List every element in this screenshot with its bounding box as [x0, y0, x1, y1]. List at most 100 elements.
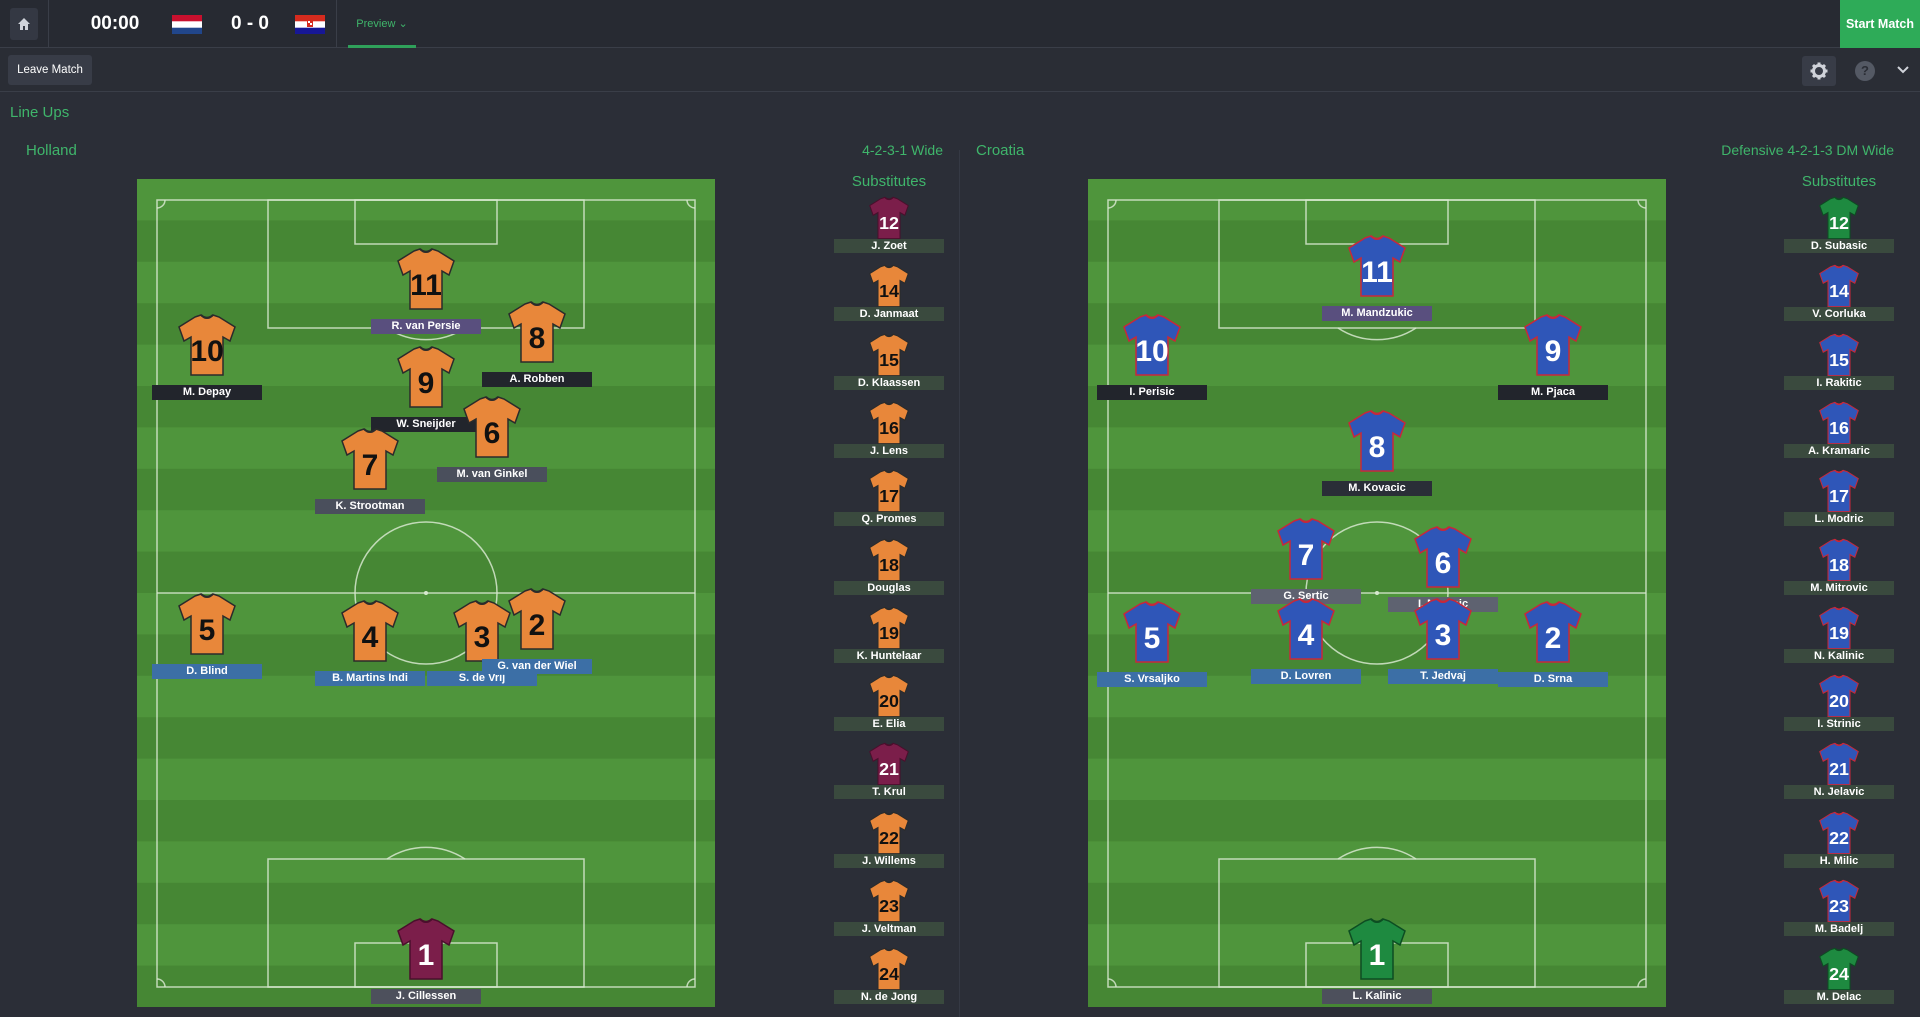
sub-name: I. Rakitic: [1784, 375, 1894, 390]
sub-away-22[interactable]: 22 H. Milic: [1784, 811, 1894, 879]
chevron-down-icon[interactable]: [1895, 61, 1911, 77]
player-home-10[interactable]: 10 M. Depay: [152, 305, 262, 405]
sub-home-20[interactable]: 20 E. Elia: [834, 674, 944, 742]
croatia-flag-icon: [295, 15, 325, 34]
player-away-1[interactable]: 1 L. Kalinic: [1322, 909, 1432, 1007]
player-name: J. Cillessen: [371, 989, 481, 1004]
leave-match-button[interactable]: Leave Match: [8, 55, 92, 85]
sub-away-12[interactable]: 12 D. Subasic: [1784, 196, 1894, 264]
sub-name: Douglas: [834, 580, 944, 595]
shirt-number: 21: [1829, 759, 1849, 779]
shirt-number: 9: [418, 367, 435, 400]
shirt-number: 18: [879, 555, 899, 575]
sub-name: D. Subasic: [1784, 239, 1894, 253]
shirt-number: 7: [362, 449, 379, 482]
player-name: M. van Ginkel: [437, 467, 547, 482]
shirt-number: 1: [418, 939, 435, 972]
help-icon[interactable]: ?: [1855, 61, 1875, 81]
player-name: B. Martins Indi: [315, 671, 425, 686]
player-name: M. Pjaca: [1498, 385, 1608, 400]
player-away-2[interactable]: 2 D. Srna: [1498, 592, 1608, 692]
sub-away-18[interactable]: 18 M. Mitrovic: [1784, 538, 1894, 606]
sub-home-19[interactable]: 19 K. Huntelaar: [834, 606, 944, 674]
player-name: L. Kalinic: [1322, 989, 1432, 1004]
shirt-number: 14: [879, 281, 899, 301]
shirt-number: 5: [199, 614, 216, 647]
sub-home-15[interactable]: 15 D. Klaassen: [834, 333, 944, 401]
shirt-number: 4: [362, 621, 379, 654]
shirt-number: 10: [190, 335, 223, 368]
player-home-7[interactable]: 7 K. Strootman: [315, 419, 425, 519]
player-name: I. Perisic: [1097, 385, 1207, 400]
player-name: T. Jedvaj: [1388, 669, 1498, 684]
sub-name: N. Kalinic: [1784, 648, 1894, 663]
player-away-8[interactable]: 8 M. Kovacic: [1322, 401, 1432, 501]
shirt-number: 11: [410, 269, 442, 302]
sub-name: M. Delac: [1784, 990, 1894, 1005]
home-formation[interactable]: 4-2-3-1 Wide: [760, 142, 943, 158]
sub-home-22[interactable]: 22 J. Willems: [834, 811, 944, 879]
tab-preview-label: Preview: [356, 18, 396, 30]
player-home-6[interactable]: 6 M. van Ginkel: [437, 387, 547, 487]
player-name: R. van Persie: [371, 319, 481, 334]
sub-away-17[interactable]: 17 L. Modric: [1784, 469, 1894, 537]
player-name: D. Blind: [152, 664, 262, 679]
shirt-number: 16: [1829, 418, 1849, 438]
start-match-button[interactable]: Start Match: [1840, 0, 1920, 48]
sub-away-23[interactable]: 23 M. Badelj: [1784, 879, 1894, 947]
shirt-number: 12: [879, 213, 899, 233]
sub-home-16[interactable]: 16 J. Lens: [834, 401, 944, 469]
sub-home-17[interactable]: 17 Q. Promes: [834, 469, 944, 537]
sub-away-24[interactable]: 24 M. Delac: [1784, 947, 1894, 1015]
shirt-number: 3: [1435, 619, 1452, 652]
player-home-5[interactable]: 5 D. Blind: [152, 584, 262, 684]
player-away-3[interactable]: 3 T. Jedvaj: [1388, 589, 1498, 689]
sub-home-23[interactable]: 23 J. Veltman: [834, 879, 944, 947]
shirt-number: 15: [1829, 350, 1849, 370]
sub-away-21[interactable]: 21 N. Jelavic: [1784, 742, 1894, 810]
player-away-5[interactable]: 5 S. Vrsaljko: [1097, 592, 1207, 692]
sub-away-20[interactable]: 20 I. Strinic: [1784, 674, 1894, 742]
sub-away-15[interactable]: 15 I. Rakitic: [1784, 333, 1894, 401]
sub-name: L. Modric: [1784, 512, 1894, 527]
settings-button[interactable]: [1802, 56, 1836, 86]
shirt-number: 22: [1829, 828, 1849, 848]
chevron-down-icon: ⌄: [398, 18, 408, 30]
sub-name: M. Mitrovic: [1784, 580, 1894, 595]
sub-name: N. Jelavic: [1784, 785, 1894, 800]
player-home-1[interactable]: 1 J. Cillessen: [371, 909, 481, 1007]
sub-home-14[interactable]: 14 D. Janmaat: [834, 264, 944, 332]
score: 0 - 0: [230, 13, 270, 34]
sub-home-24[interactable]: 24 N. de Jong: [834, 947, 944, 1015]
shirt-number: 9: [1545, 335, 1562, 368]
sub-home-12[interactable]: 12 J. Zoet: [834, 196, 944, 264]
sub-home-21[interactable]: 21 T. Krul: [834, 742, 944, 810]
sub-away-14[interactable]: 14 V. Corluka: [1784, 264, 1894, 332]
sub-away-19[interactable]: 19 N. Kalinic: [1784, 606, 1894, 674]
away-formation[interactable]: Defensive 4-2-1-3 DM Wide: [1600, 142, 1894, 158]
sub-away-16[interactable]: 16 A. Kramaric: [1784, 401, 1894, 469]
tab-preview[interactable]: Preview ⌄: [348, 0, 416, 48]
shirt-number: 4: [1298, 619, 1315, 652]
shirt-number: 22: [879, 828, 899, 848]
shirt-number: 18: [1829, 555, 1849, 575]
player-away-10[interactable]: 10 I. Perisic: [1097, 305, 1207, 405]
sub-name: H. Milic: [1784, 853, 1894, 868]
player-name: A. Robben: [482, 372, 592, 387]
home-button[interactable]: [10, 8, 38, 40]
player-away-4[interactable]: 4 D. Lovren: [1251, 589, 1361, 689]
shirt-number: 20: [1829, 691, 1849, 711]
sub-home-18[interactable]: 18 Douglas: [834, 538, 944, 606]
player-name: M. Depay: [152, 385, 262, 400]
player-away-11[interactable]: 11 M. Mandzukic: [1322, 226, 1432, 326]
player-home-11[interactable]: 11 R. van Persie: [371, 239, 481, 339]
player-home-8[interactable]: 8 A. Robben: [482, 292, 592, 392]
shirt-number: 17: [1829, 486, 1849, 506]
netherlands-flag-icon: [172, 15, 202, 34]
player-away-9[interactable]: 9 M. Pjaca: [1498, 305, 1608, 405]
match-clock: 00:00: [90, 13, 140, 34]
player-home-2[interactable]: 2 G. van der Wiel: [482, 579, 592, 679]
player-name: K. Strootman: [315, 499, 425, 514]
player-home-4[interactable]: 4 B. Martins Indi: [315, 591, 425, 691]
shirt-number: 6: [1435, 547, 1452, 580]
